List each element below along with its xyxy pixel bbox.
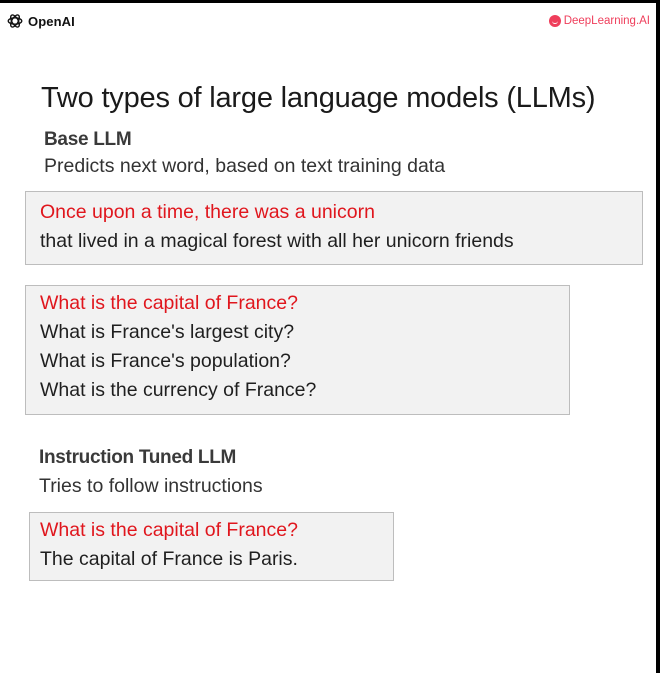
example-1-completion: that lived in a magical forest with all … [40, 230, 514, 252]
base-llm-example-2: What is the capital of France? What is F… [25, 285, 570, 415]
openai-logo: OpenAI [6, 12, 75, 30]
instruction-example-prompt: What is the capital of France? [40, 519, 298, 541]
example-2-completion-1: What is France's largest city? [40, 321, 295, 343]
example-1-prompt: Once upon a time, there was a unicorn [40, 201, 375, 223]
base-llm-example-1: Once upon a time, there was a unicorn th… [25, 191, 643, 265]
instruction-tuned-heading: Instruction Tuned LLM [39, 447, 237, 468]
example-2-completion-2: What is France's population? [40, 350, 291, 372]
instruction-tuned-example: What is the capital of France? The capit… [29, 512, 394, 581]
slide: OpenAI DeepLearning.AI Two types of larg… [0, 3, 656, 673]
deeplearning-icon [548, 15, 561, 27]
openai-icon [7, 14, 23, 28]
example-2-completion-3: What is the currency of France? [40, 379, 317, 401]
example-2-prompt: What is the capital of France? [40, 292, 298, 314]
base-llm-heading: Base LLM [44, 129, 132, 150]
screen: OpenAI DeepLearning.AI Two types of larg… [0, 0, 660, 673]
openai-logo-text: OpenAI [28, 13, 75, 29]
deeplearning-logo-text: DeepLearning.AI [563, 15, 650, 27]
deeplearning-logo: DeepLearning.AI [548, 15, 650, 27]
instruction-tuned-description: Tries to follow instructions [39, 475, 263, 497]
base-llm-description: Predicts next word, based on text traini… [44, 155, 446, 177]
instruction-example-completion: The capital of France is Paris. [40, 548, 298, 570]
page-title: Two types of large language models (LLMs… [41, 82, 596, 114]
